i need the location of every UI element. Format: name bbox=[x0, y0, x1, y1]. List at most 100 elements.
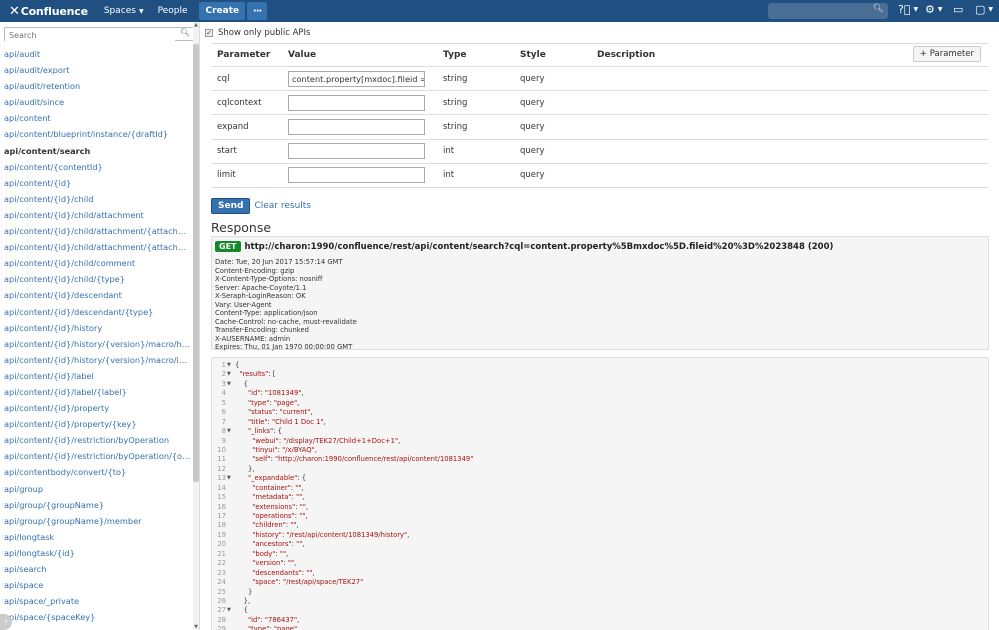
code-line: 18 "children": "", bbox=[212, 521, 473, 530]
scroll-up-icon[interactable]: ▲ bbox=[193, 22, 199, 28]
scrollbar-thumb[interactable] bbox=[193, 44, 199, 482]
sidebar-item[interactable]: api/content bbox=[0, 110, 192, 126]
fold-gutter bbox=[226, 493, 234, 502]
sidebar-item[interactable]: api/audit bbox=[0, 46, 192, 62]
global-search-input[interactable]: 🔍︎ bbox=[768, 3, 888, 19]
parameter-value-input[interactable] bbox=[288, 143, 425, 160]
sidebar-search[interactable]: 🔍︎ bbox=[4, 27, 194, 42]
line-number: 2 bbox=[221, 370, 226, 379]
fold-gutter bbox=[226, 540, 234, 549]
help-menu[interactable]: ?⃝ ▼ bbox=[898, 3, 918, 16]
send-button[interactable]: Send bbox=[211, 198, 251, 214]
sidebar-item[interactable]: api/content/{id}/child/attachment/{attac… bbox=[0, 223, 192, 239]
header-parameter: Parameter bbox=[217, 50, 271, 60]
spaces-menu[interactable]: Spaces ▼ bbox=[104, 6, 144, 16]
notifications-button[interactable]: ▭ bbox=[953, 3, 963, 16]
sidebar-item[interactable]: api/audit/export bbox=[0, 62, 192, 78]
sidebar-item[interactable]: api/longtask/{id} bbox=[0, 545, 192, 561]
parameter-type: string bbox=[443, 73, 468, 84]
clear-results-link[interactable]: Clear results bbox=[254, 201, 311, 211]
sidebar-item[interactable]: api/audit/since bbox=[0, 94, 192, 110]
sidebar-item[interactable]: api/longtask bbox=[0, 529, 192, 545]
fold-gutter bbox=[226, 399, 234, 408]
parameter-value-input[interactable] bbox=[288, 167, 425, 184]
code-line: 14 "container": "", bbox=[212, 484, 473, 493]
sidebar-item[interactable]: api/space/{spaceKey}/content bbox=[0, 625, 192, 630]
code-line: 21 "body": "", bbox=[212, 550, 473, 559]
line-number: 25 bbox=[217, 587, 226, 596]
parameter-value-input[interactable] bbox=[288, 94, 425, 111]
people-link[interactable]: People bbox=[158, 6, 188, 16]
code-line: 28 "id": "786437", bbox=[212, 616, 473, 625]
fold-toggle-icon[interactable]: ▼ bbox=[226, 380, 234, 389]
user-menu[interactable]: ▢ ▼ bbox=[975, 3, 993, 16]
sidebar-item[interactable]: api/content/{id}/property bbox=[0, 400, 192, 416]
settings-menu[interactable]: ⚙ ▼ bbox=[925, 3, 943, 16]
sidebar-item[interactable]: api/content/{id}/child/comment bbox=[0, 255, 192, 271]
fold-gutter bbox=[226, 597, 234, 606]
sidebar-item[interactable]: api/content/{id} bbox=[0, 175, 192, 191]
parameter-style: query bbox=[520, 146, 545, 157]
code-text: }, bbox=[235, 596, 251, 605]
sidebar-item[interactable]: api/content/search bbox=[0, 143, 192, 159]
create-button[interactable]: Create bbox=[199, 2, 246, 20]
header-value: Value bbox=[288, 50, 317, 60]
scroll-down-icon[interactable]: ▼ bbox=[193, 624, 199, 630]
code-line: 6 "status": "current", bbox=[212, 408, 473, 417]
sidebar-search-input[interactable] bbox=[5, 29, 175, 42]
sidebar-scrollbar[interactable]: ▲ ▼ bbox=[193, 22, 199, 630]
fold-toggle-icon[interactable]: ▼ bbox=[226, 474, 234, 483]
more-create-options-button[interactable]: ··· bbox=[247, 2, 268, 20]
line-number: 12 bbox=[217, 464, 226, 473]
sidebar-item[interactable]: api/space/{spaceKey} bbox=[0, 609, 192, 625]
sidebar-item[interactable]: api/group/{groupName}/member bbox=[0, 513, 192, 529]
code-text: "self": "http://charon:1990/confluence/r… bbox=[252, 455, 474, 464]
fold-toggle-icon[interactable]: ▼ bbox=[226, 606, 234, 615]
gear-icon: ⚙ bbox=[925, 3, 935, 16]
public-apis-toggle[interactable]: ✓ Show only public APIs bbox=[205, 28, 310, 38]
code-line: 5 "type": "page", bbox=[212, 399, 473, 408]
confluence-logo[interactable]: ✕ Confluence bbox=[0, 4, 88, 19]
sidebar-item[interactable]: api/space/_private bbox=[0, 593, 192, 609]
fold-gutter bbox=[226, 616, 234, 625]
sidebar-item[interactable]: api/content/{id}/descendant bbox=[0, 287, 192, 303]
sidebar-item[interactable]: api/search bbox=[0, 561, 192, 577]
sidebar-item[interactable]: api/content/{id}/history/{version}/macro… bbox=[0, 352, 192, 368]
fold-toggle-icon[interactable]: ▼ bbox=[226, 361, 234, 370]
sidebar-item[interactable]: api/content/{id}/label/{label} bbox=[0, 384, 192, 400]
sidebar-item[interactable]: api/content/{contentId} bbox=[0, 159, 192, 175]
sidebar-item[interactable]: api/group/{groupName} bbox=[0, 497, 192, 513]
sidebar-item[interactable]: api/content/{id}/history/{version}/macro… bbox=[0, 336, 192, 352]
sidebar-item[interactable]: api/content/{id}/child/{type} bbox=[0, 271, 192, 287]
sidebar-item[interactable]: api/content/{id}/descendant/{type} bbox=[0, 304, 192, 320]
line-number: 20 bbox=[217, 540, 226, 549]
sidebar-item[interactable]: api/content/{id}/child/attachment/{attac… bbox=[0, 239, 192, 255]
sidebar-item[interactable]: api/content/{id}/label bbox=[0, 368, 192, 384]
code-line: 29 "type": "page", bbox=[212, 625, 473, 630]
sidebar-item[interactable]: api/content/{id}/restriction/byOperation… bbox=[0, 448, 192, 464]
public-apis-checkbox[interactable]: ✓ bbox=[205, 29, 213, 37]
sidebar-item[interactable]: api/content/{id}/history bbox=[0, 320, 192, 336]
parameter-value-input[interactable]: content.property[mxdoc].fileid = 2023848 bbox=[288, 70, 425, 87]
parameter-type: int bbox=[443, 146, 455, 157]
sidebar-item[interactable]: api/content/{id}/restriction/byOperation bbox=[0, 432, 192, 448]
fold-gutter bbox=[226, 559, 234, 568]
sidebar-item[interactable]: api/content/{id}/child bbox=[0, 191, 192, 207]
fold-toggle-icon[interactable]: ▼ bbox=[226, 427, 234, 436]
sidebar-item[interactable]: api/content/{id}/child/attachment bbox=[0, 207, 192, 223]
parameter-value-input[interactable] bbox=[288, 118, 425, 135]
line-number: 11 bbox=[217, 455, 226, 464]
sidebar-item[interactable]: api/content/blueprint/instance/{draftId} bbox=[0, 126, 192, 142]
sidebar-item[interactable]: api/contentbody/convert/{to} bbox=[0, 464, 192, 480]
sidebar-item[interactable]: api/content/{id}/property/{key} bbox=[0, 416, 192, 432]
sidebar-item[interactable]: api/audit/retention bbox=[0, 78, 192, 94]
fold-toggle-icon[interactable]: ▼ bbox=[226, 370, 234, 379]
sidebar-item[interactable]: api/group bbox=[0, 481, 192, 497]
add-parameter-button[interactable]: + Parameter bbox=[912, 46, 981, 62]
response-body-editor[interactable]: 1 ▼{2 ▼ "results": [3 ▼ {4 "id": "1081349",… bbox=[211, 357, 989, 630]
code-line: 12 }, bbox=[212, 465, 473, 474]
fold-gutter bbox=[226, 408, 234, 417]
sidebar-item[interactable]: api/space bbox=[0, 577, 192, 593]
parameter-row: start int query bbox=[211, 140, 989, 164]
response-headers: Date: Tue, 20 Jun 2017 15:57:14 GMT Conte… bbox=[215, 258, 357, 352]
